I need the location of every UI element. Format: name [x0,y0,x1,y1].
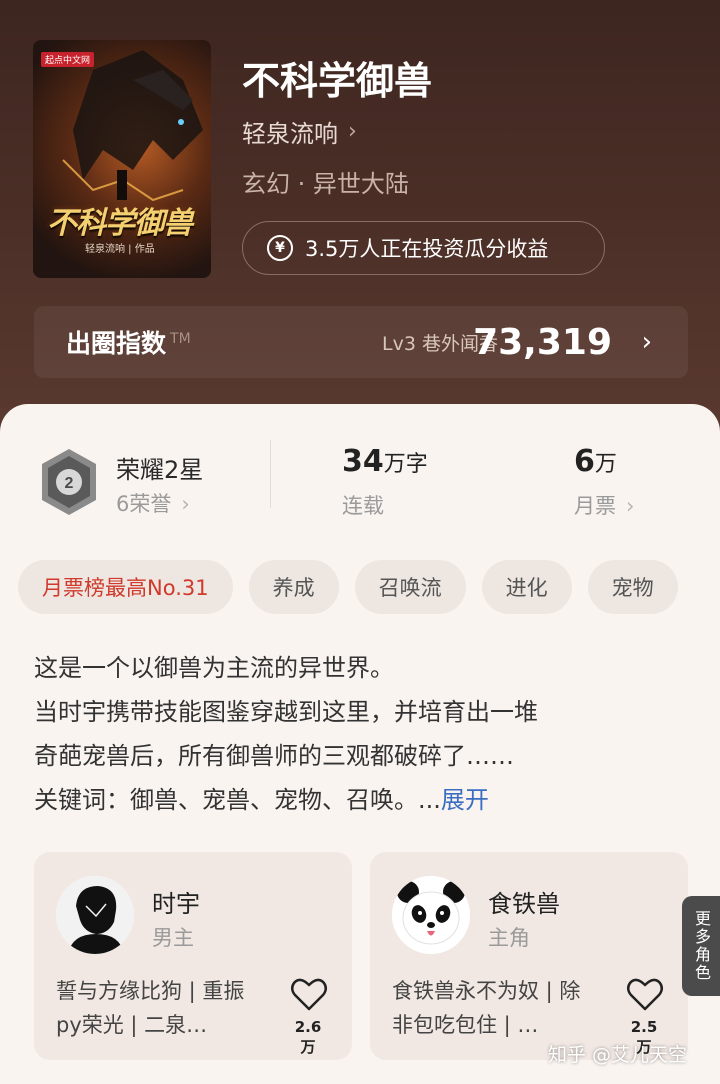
index-label: 出圈指数 [66,329,167,358]
monthly-tickets-value: 6 [574,444,595,479]
cover-title: 不科学御兽 [47,206,193,241]
description-line: 这是一个以御兽为主流的异世界。 [34,654,394,682]
genre-text: 玄幻 · 异世大陆 [242,170,409,198]
chevron-right-icon: › [181,492,190,516]
trademark-mark: TM [170,330,191,347]
invest-label: 3.5万人正在投资瓜分收益 [305,237,549,261]
index-label-wrap: 出圈指数 TM [66,324,191,360]
role-likes: 2.6万 [294,1018,322,1056]
tag-item[interactable]: 宠物 [587,560,678,614]
monthly-tickets-link[interactable]: 月票 › [574,490,634,520]
watermark: 知乎 @艾儿天空 [548,1044,688,1066]
tag-item[interactable]: 进化 [481,560,572,614]
cover-publisher: 起点中文网 [41,52,95,67]
honor-sub-link[interactable]: 6荣誉 › [116,488,190,518]
more-roles-button[interactable]: 更多角色 [682,896,720,996]
serial-status: 连载 [342,494,384,518]
book-header: 起点中文网 不科学御兽 轻泉流响 | 作品 不科学御兽 轻泉流响 › 玄幻 · … [0,0,720,440]
monthly-tickets-unit: 万 [594,452,617,477]
word-count-unit: 万字 [383,452,428,477]
monthly-tickets-label: 月票 [574,494,616,518]
heart-icon[interactable] [626,976,664,1012]
role-description: 食铁兽永不为奴 | 除非包吃包住 | … [392,979,581,1037]
honor-badge-icon[interactable]: 2 [38,447,100,517]
index-score: 73,319 [473,321,612,363]
description-line: 关键词：御兽、宠兽、宠物、召唤。... [34,786,441,814]
role-description: 誓与方缘比狗 | 重振py荣光 | 二泉… [56,979,245,1037]
tag-ranking[interactable]: 月票榜最高No.31 [18,560,233,614]
invest-button[interactable]: ¥ 3.5万人正在投资瓜分收益 [242,221,605,275]
author-link[interactable]: 轻泉流响 › [242,114,357,149]
character-silhouette-icon [56,876,134,954]
chevron-right-icon: › [626,494,635,518]
role-name: 食铁兽 [488,890,560,918]
role-card[interactable]: 时宇 男主 誓与方缘比狗 | 重振py荣光 | 二泉… 2.6万 [34,852,352,1060]
yen-icon: ¥ [267,235,293,261]
book-cover[interactable]: 起点中文网 不科学御兽 轻泉流响 | 作品 [33,40,211,278]
heart-icon[interactable] [290,976,328,1012]
word-count: 34万字 [342,444,428,479]
chevron-right-icon: › [641,327,652,357]
role-type: 男主 [152,926,194,950]
word-count-value: 34 [342,444,384,479]
cover-author: 轻泉流响 | 作品 [85,244,155,255]
book-description: 这是一个以御兽为主流的异世界。 当时宇携带技能图鉴穿越到这里，并培育出一堆 奇葩… [34,646,694,822]
role-type: 主角 [488,926,530,950]
avatar [56,876,134,954]
monthly-tickets: 6万 [574,444,617,479]
tag-item[interactable]: 召唤流 [354,560,466,614]
avatar [392,876,470,954]
panda-icon [392,876,470,954]
chevron-right-icon: › [348,119,357,144]
author-name: 轻泉流响 [242,120,338,148]
tag-item[interactable]: 养成 [248,560,339,614]
stat-divider [270,440,271,508]
tag-list: 月票榜最高No.31 养成 召唤流 进化 宠物 [18,560,720,614]
book-title: 不科学御兽 [242,59,433,103]
expand-link[interactable]: 展开 [441,786,489,814]
badge-number: 2 [65,475,74,492]
role-name: 时宇 [152,890,200,918]
description-line: 当时宇携带技能图鉴穿越到这里，并培育出一堆 [34,698,538,726]
popularity-index-bar[interactable]: 出圈指数 TM Lv3 巷外闻香 73,319 › [34,306,688,378]
role-card[interactable]: 食铁兽 主角 食铁兽永不为奴 | 除非包吃包住 | … 2.5万 [370,852,688,1060]
description-line-last: 关键词：御兽、宠兽、宠物、召唤。...展开 [34,778,694,822]
honor-name: 荣耀2星 [116,456,204,484]
description-line: 奇葩宠兽后，所有御兽师的三观都破碎了…… [34,742,514,770]
honor-sub: 6荣誉 [116,492,172,516]
